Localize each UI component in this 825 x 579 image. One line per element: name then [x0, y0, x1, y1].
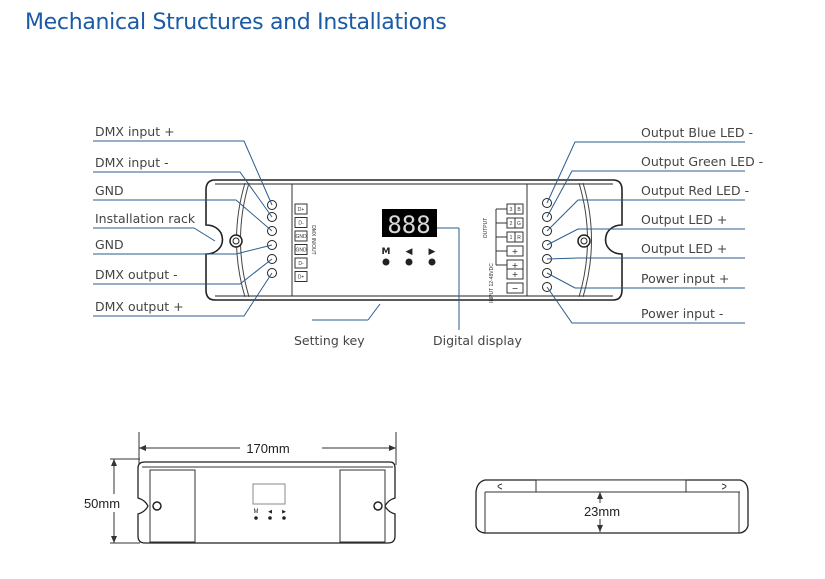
output-caption: OUTPUT: [483, 218, 489, 239]
screw-right-icon: [577, 234, 591, 248]
output-channel-color: R: [517, 235, 521, 241]
output-channel-number: 1: [510, 235, 513, 241]
right-label: Output Green LED -: [641, 154, 763, 169]
dmx-terminal-label: D-: [298, 221, 304, 227]
front-display-window: [252, 483, 286, 505]
left-label: DMX output +: [95, 299, 184, 314]
setting-key-label: M: [382, 247, 391, 257]
front-key-left: ◀: [268, 509, 272, 515]
device-front-view: 170mm 50mm M ◀ ▶: [80, 432, 397, 544]
dmx-terminal-label: D+: [298, 275, 305, 281]
left-label: GND: [95, 237, 124, 252]
right-label: Output Red LED -: [641, 183, 749, 198]
dimension-height: 23mm: [584, 504, 620, 519]
output-channel-number: 3: [510, 207, 513, 213]
left-label: DMX input -: [95, 155, 169, 170]
right-label: Power input +: [641, 271, 729, 286]
left-label: Installation rack: [95, 211, 196, 226]
dmx-terminal-label: GND: [295, 248, 307, 254]
setting-key-button[interactable]: [428, 258, 436, 266]
right-label: Output LED +: [641, 212, 727, 227]
display-value: 888: [387, 211, 430, 239]
setting-key-button[interactable]: [405, 258, 413, 266]
right-label: Power input -: [641, 306, 723, 321]
device-side-view: 23mm: [475, 479, 749, 534]
input-terminal: +: [512, 270, 519, 279]
dimension-width: 50mm: [84, 496, 120, 511]
dimension-length: 170mm: [246, 441, 289, 456]
left-label: DMX output -: [95, 267, 178, 282]
left-label: DMX input +: [95, 124, 175, 139]
dmx-terminal-label: D+: [298, 207, 305, 213]
setting-key-label: ◀: [406, 247, 413, 257]
diagram-canvas: D+D-GNDGNDD-D+ DMX IN/OUT 3 B2 G1 R+++− OUT…: [80, 124, 763, 544]
setting-key-button[interactable]: [382, 258, 390, 266]
input-terminal: −: [512, 284, 519, 293]
front-key-m: M: [254, 509, 259, 515]
right-label: Output LED +: [641, 241, 727, 256]
right-label: Output Blue LED -: [641, 125, 753, 140]
dmx-terminal-label: GND: [295, 234, 307, 240]
dmx-terminal-caption: DMX IN/OUT: [310, 225, 316, 254]
input-caption: INPUT 12-48VDC: [489, 263, 495, 303]
output-channel-color: G: [517, 221, 521, 227]
screw-left-icon: [229, 234, 243, 248]
setting-key-label: ▶: [429, 247, 436, 257]
output-plus: +: [512, 247, 519, 256]
label-setting-key: Setting key: [294, 333, 365, 348]
label-digital-display: Digital display: [433, 333, 523, 348]
output-channel-number: 2: [510, 221, 513, 227]
dmx-terminal-label: D-: [298, 261, 304, 267]
device-top-view: D+D-GNDGNDD-D+ DMX IN/OUT 3 B2 G1 R+++− OUT…: [205, 179, 623, 303]
left-label: GND: [95, 183, 124, 198]
front-key-right: ▶: [282, 509, 286, 515]
